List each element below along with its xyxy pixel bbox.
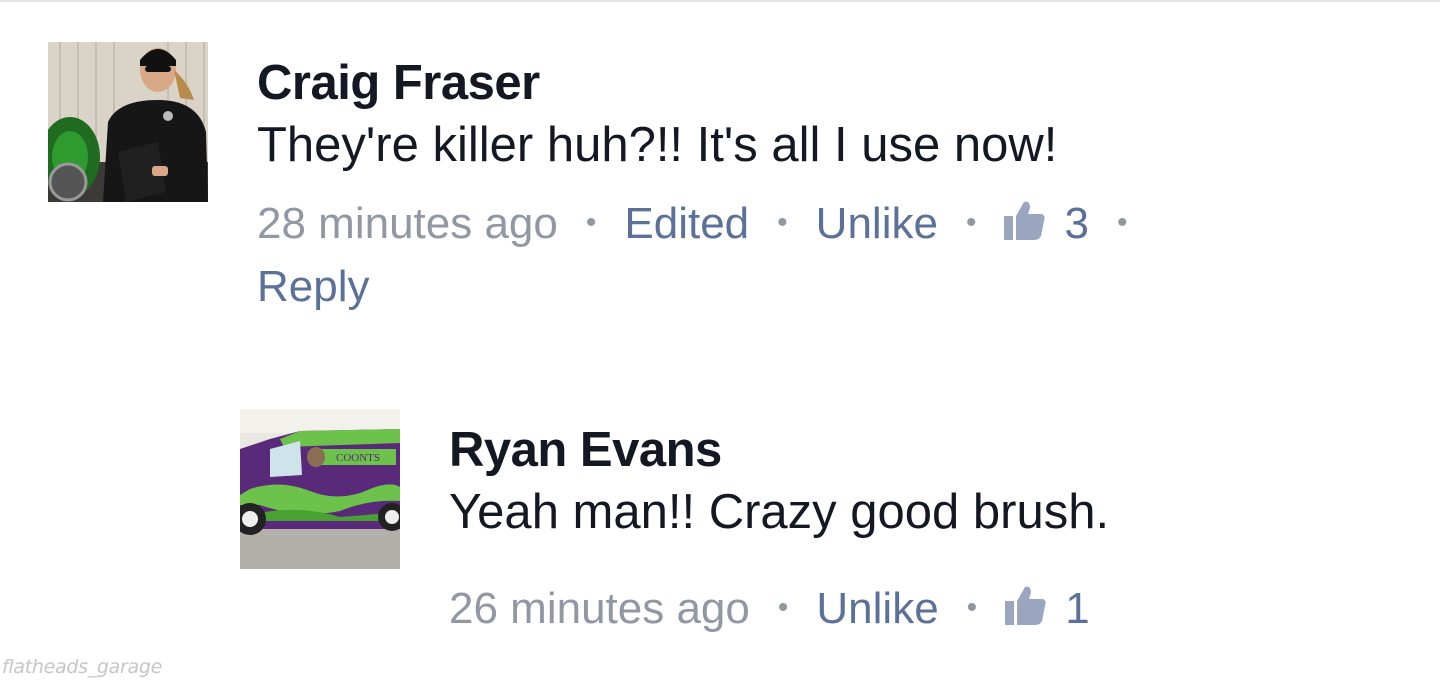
truck-logo-text: COONTS bbox=[336, 452, 380, 464]
top-divider bbox=[0, 0, 1440, 2]
timestamp[interactable]: 28 minutes ago bbox=[257, 199, 558, 248]
separator-dot: • bbox=[777, 591, 789, 624]
like-count-value: 1 bbox=[1065, 584, 1090, 633]
timestamp[interactable]: 26 minutes ago bbox=[449, 584, 750, 633]
unlike-button[interactable]: Unlike bbox=[816, 584, 938, 633]
watermark: flatheads_garage bbox=[2, 656, 163, 678]
avatar[interactable]: COONTS bbox=[240, 409, 400, 569]
thumbs-up-icon bbox=[1005, 582, 1047, 625]
separator-dot: • bbox=[965, 206, 977, 239]
comment-meta: 28 minutes ago • Edited • Unlike • 3 • Reply bbox=[257, 195, 1155, 316]
like-count[interactable]: 1 bbox=[1005, 582, 1090, 633]
comment-author[interactable]: Craig Fraser bbox=[257, 55, 1155, 111]
thumbs-up-icon bbox=[1004, 197, 1046, 240]
edited-link[interactable]: Edited bbox=[624, 199, 749, 248]
comment-body: Craig Fraser They're killer huh?!! It's … bbox=[257, 55, 1155, 316]
like-count[interactable]: 3 bbox=[1004, 197, 1089, 248]
like-count-value: 3 bbox=[1064, 199, 1089, 248]
purple-green-truck-avatar: COONTS bbox=[240, 409, 400, 569]
man-with-motorcycle-avatar bbox=[48, 42, 208, 202]
avatar[interactable] bbox=[48, 42, 208, 202]
comment-text: They're killer huh?!! It's all I use now… bbox=[257, 118, 1058, 172]
comment-text: Yeah man!! Crazy good brush. bbox=[449, 485, 1110, 539]
comment-body: Ryan Evans Yeah man!! Crazy good brush. … bbox=[449, 422, 1109, 643]
comment-meta: 26 minutes ago • Unlike • 1 bbox=[449, 580, 1109, 643]
separator-dot: • bbox=[1116, 206, 1128, 239]
unlike-button[interactable]: Unlike bbox=[816, 199, 938, 248]
separator-dot: • bbox=[777, 206, 788, 239]
comment-author[interactable]: Ryan Evans bbox=[449, 422, 1109, 478]
separator-dot: • bbox=[585, 206, 597, 239]
reply-button[interactable]: Reply bbox=[257, 262, 370, 311]
separator-dot: • bbox=[966, 591, 978, 624]
